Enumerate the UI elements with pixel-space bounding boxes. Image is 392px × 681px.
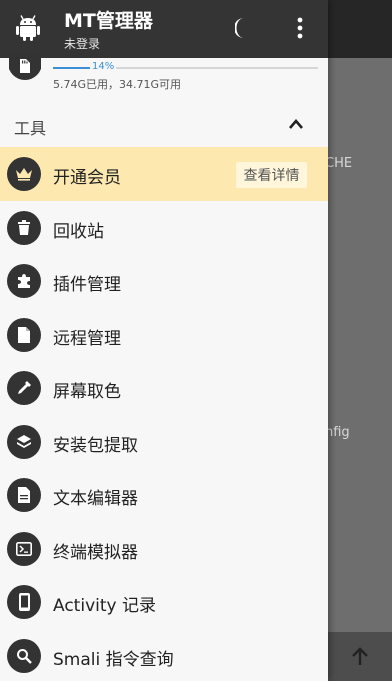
menu-item-vip[interactable]: 开通会员 查看详情	[0, 147, 328, 201]
view-details-button[interactable]: 查看详情	[236, 162, 307, 188]
background-text-config: nfig	[325, 425, 350, 440]
menu-item-remote[interactable]: 远程管理	[0, 308, 328, 362]
app-title: MT管理器	[64, 10, 153, 32]
menu-item-label: 回收站	[53, 221, 104, 242]
night-mode-icon[interactable]	[235, 16, 257, 40]
menu-item-label: 开通会员	[53, 168, 121, 188]
android-icon	[16, 15, 40, 41]
tools-section-header[interactable]: 工具	[0, 103, 328, 145]
arrow-up-icon	[352, 646, 368, 665]
chevron-up-icon[interactable]	[288, 118, 304, 130]
menu-item-label: Activity 记录	[53, 596, 156, 616]
menu-item-color-picker[interactable]: 屏幕取色	[0, 361, 328, 415]
crown-icon	[7, 157, 41, 191]
menu-item-plugins[interactable]: 插件管理	[0, 254, 328, 308]
terminal-icon	[7, 531, 41, 566]
menu-item-label: Smali 指令查询	[53, 649, 174, 670]
section-title: 工具	[14, 119, 47, 138]
navigation-drawer: MT管理器 未登录 14% 5.74G已用，34.71G可用 工具 开通会员 查…	[0, 0, 328, 681]
menu-item-activity-log[interactable]: Activity 记录	[0, 575, 328, 629]
layers-icon	[7, 424, 41, 459]
file-icon	[7, 317, 41, 352]
background-text-che: CHE	[325, 156, 353, 171]
menu-item-label: 屏幕取色	[53, 382, 121, 402]
login-status[interactable]: 未登录	[64, 35, 100, 52]
menu-item-label: 插件管理	[53, 275, 121, 295]
drawer-header: MT管理器 未登录	[0, 0, 328, 58]
more-options-icon[interactable]	[296, 16, 304, 40]
menu-item-terminal[interactable]: 终端模拟器	[0, 522, 328, 576]
menu-item-label: 安装包提取	[53, 435, 138, 456]
search-icon	[7, 638, 41, 673]
menu-item-label: 终端模拟器	[53, 542, 138, 563]
puzzle-icon	[7, 264, 41, 298]
document-icon	[7, 478, 41, 512]
menu-item-text-editor[interactable]: 文本编辑器	[0, 468, 328, 522]
tools-menu: 开通会员 查看详情 回收站 插件管理 远程管理 屏幕取色 安装包提取 文本编辑器…	[0, 147, 328, 681]
scroll-up-button[interactable]	[328, 632, 392, 681]
menu-item-apk-extract[interactable]: 安装包提取	[0, 415, 328, 469]
trash-icon	[7, 210, 41, 245]
storage-usage-fill	[53, 67, 91, 69]
eyedropper-icon	[7, 371, 41, 405]
menu-item-recycle-bin[interactable]: 回收站	[0, 201, 328, 255]
storage-percent: 14%	[90, 61, 117, 72]
menu-item-label: 文本编辑器	[53, 489, 138, 509]
phone-icon	[7, 585, 41, 619]
menu-item-smali-lookup[interactable]: Smali 指令查询	[0, 629, 328, 681]
storage-icon	[8, 46, 42, 81]
storage-usage-text: 5.74G已用，34.71G可用	[53, 78, 182, 91]
menu-item-label: 远程管理	[53, 328, 121, 349]
